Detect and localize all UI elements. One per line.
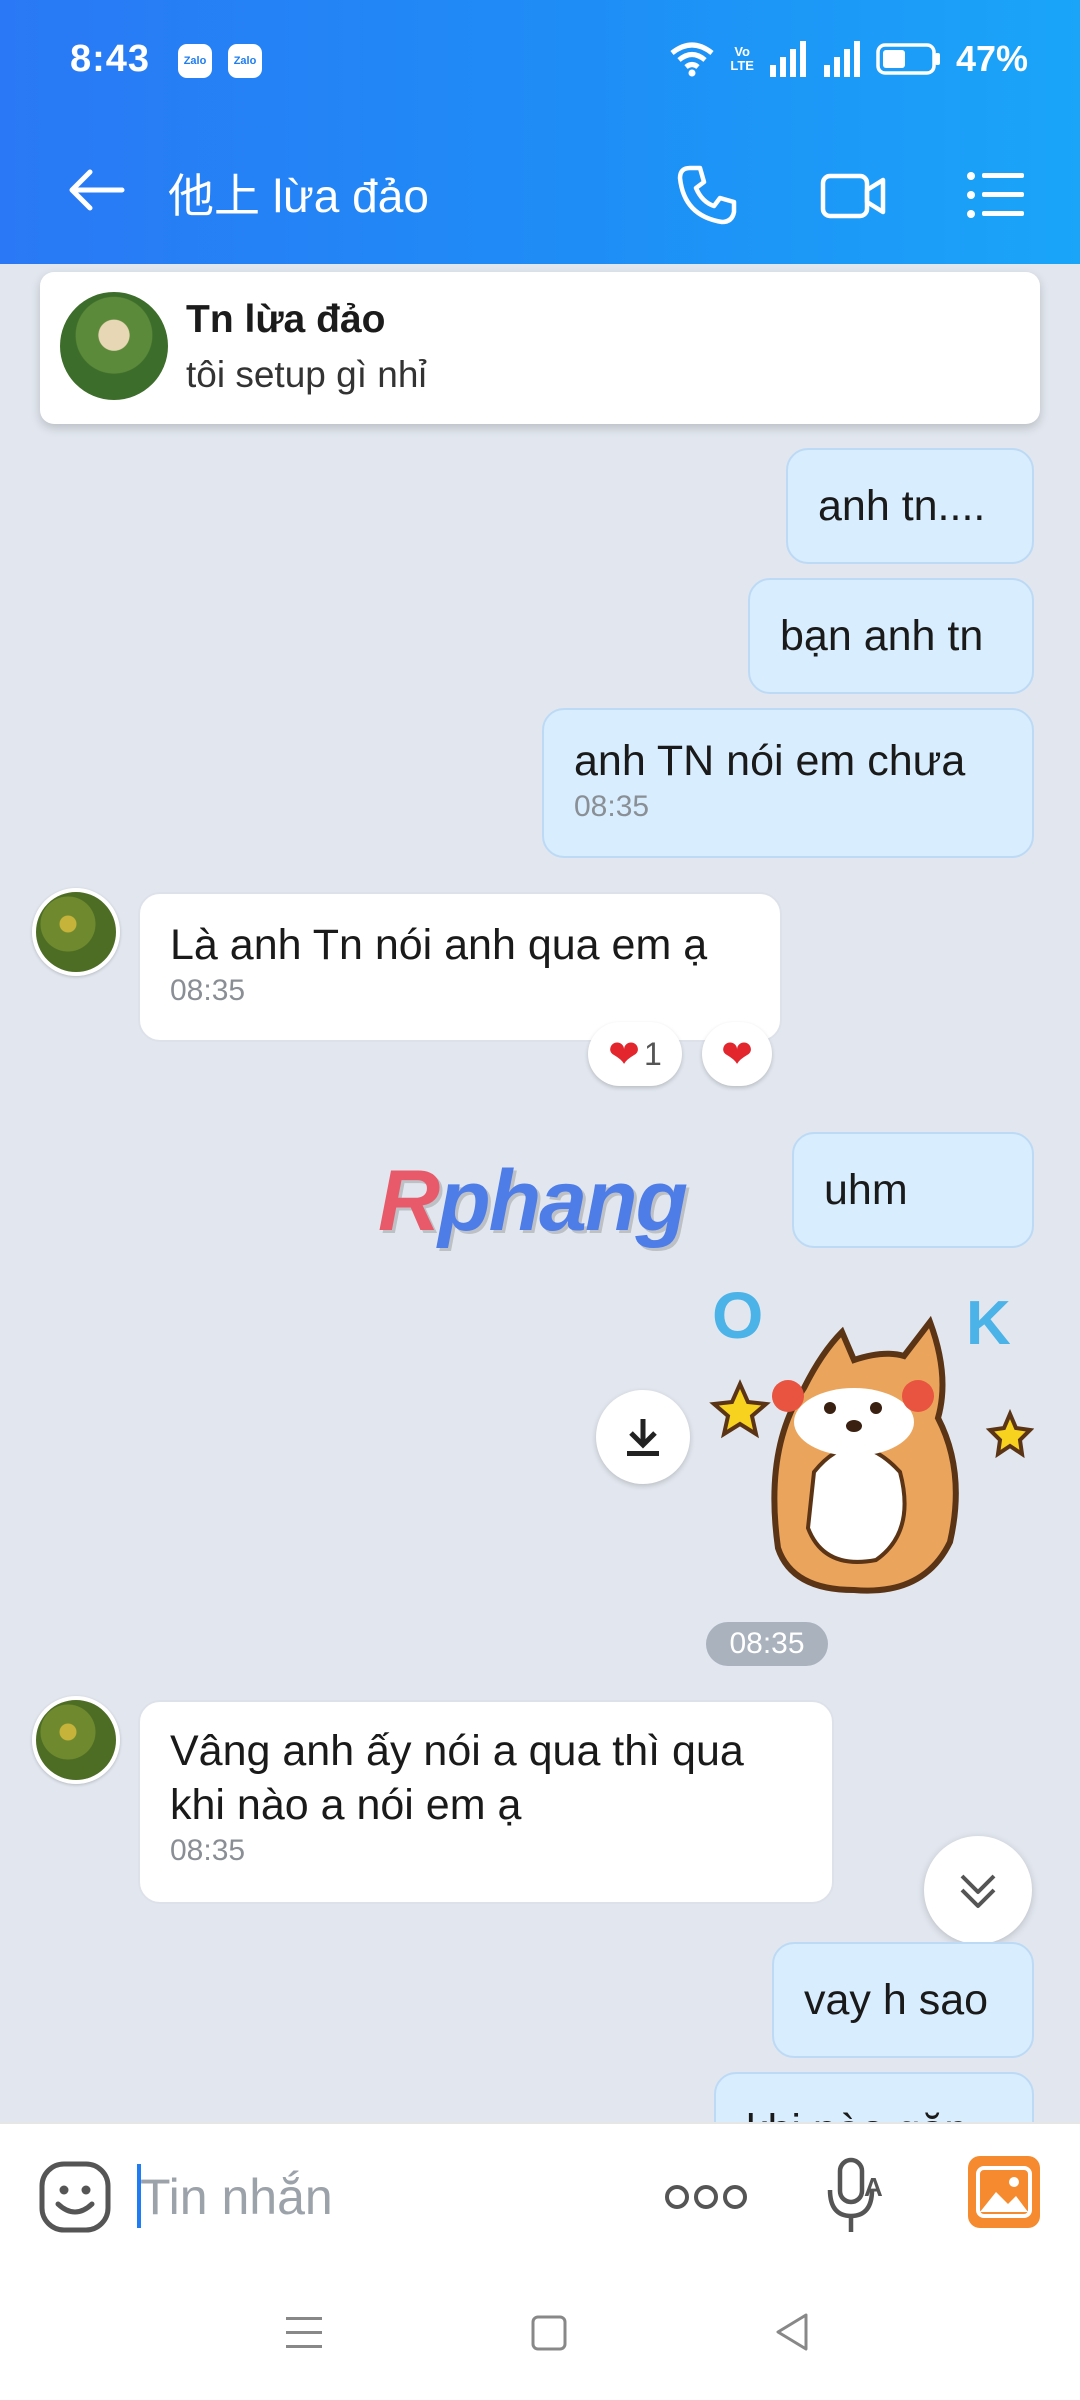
emoji-icon[interactable] [38, 2160, 112, 2234]
pinned-message-card[interactable]: Tn lừa đảo tôi setup gì nhỉ [40, 272, 1040, 424]
video-call-icon[interactable] [820, 170, 886, 222]
volte-indicator: Vo LTE [730, 44, 754, 73]
wifi-icon [670, 42, 714, 77]
message-text: anh TN nói em chưa [574, 737, 966, 785]
recents-icon[interactable] [284, 2314, 324, 2350]
top-app-bar: 8:43 Zalo Zalo Vo LTE 47% 他上 lừa đảo [0, 0, 1080, 264]
message-bubble-received[interactable]: Vâng anh ấy nói a qua thì qua khi nào a … [138, 1700, 834, 1904]
svg-text:A: A [864, 2172, 883, 2202]
reaction-count: 1 [644, 1035, 662, 1072]
zalo-notification-icon: Zalo [228, 44, 262, 78]
system-navigation-bar [0, 2270, 1080, 2400]
message-bubble-sent[interactable]: uhm [792, 1132, 1034, 1248]
menu-list-icon[interactable] [966, 170, 1026, 220]
message-timestamp: 08:35 [170, 1834, 246, 1867]
svg-text:K: K [966, 1289, 1011, 1358]
chat-title[interactable]: 他上 lừa đảo [168, 160, 429, 226]
message-bubble-sent[interactable]: anh tn.... [786, 448, 1034, 564]
signal-icon [823, 41, 860, 77]
message-text: vay h sao [804, 1976, 989, 2024]
message-text-line: Vâng anh ấy nói a qua thì qua [170, 1727, 744, 1775]
sticker-timestamp: 08:35 [706, 1622, 828, 1666]
download-icon [627, 1419, 659, 1456]
message-bubble-sent[interactable]: vay h sao [772, 1942, 1034, 2058]
zalo-notification-icon: Zalo [178, 44, 212, 78]
reaction-summary[interactable]: ❤ 1 [588, 1022, 682, 1086]
sender-avatar[interactable] [32, 1696, 120, 1784]
message-text: anh tn.... [818, 482, 986, 530]
status-time: 8:43 [70, 38, 151, 80]
heart-icon: ❤ [721, 1033, 753, 1076]
sticker-shiba-ok[interactable]: O K [704, 1272, 1034, 1612]
message-input-bar: Tin nhắn A [0, 2122, 1080, 2270]
status-icons: Vo LTE 47% [668, 38, 1028, 80]
watermark-logo: Rphang [378, 1153, 688, 1249]
message-bubble-sent[interactable]: bạn anh tn [748, 578, 1034, 694]
message-input[interactable]: Tin nhắn [140, 2168, 333, 2226]
heart-icon: ❤ [608, 1033, 641, 1076]
message-bubble-sent[interactable]: anh TN nói em chưa 08:35 [542, 708, 1034, 858]
battery-percent: 47% [955, 38, 1028, 79]
message-timestamp: 08:35 [170, 974, 246, 1007]
download-button[interactable] [596, 1390, 690, 1484]
back-arrow-icon[interactable] [66, 168, 126, 212]
battery-icon [876, 43, 940, 75]
image-gallery-icon[interactable] [966, 2154, 1042, 2230]
message-bubble-received[interactable]: Là anh Tn nói anh qua em ạ 08:35 [138, 892, 782, 1042]
sender-avatar[interactable] [32, 888, 120, 976]
back-nav-icon[interactable] [774, 2312, 810, 2352]
more-options-icon[interactable] [664, 2182, 748, 2212]
react-button[interactable]: ❤ [702, 1022, 772, 1086]
home-icon[interactable] [530, 2314, 568, 2352]
message-text-line: khi nào a nói em ạ [170, 1781, 522, 1829]
voice-to-text-icon[interactable]: A [826, 2156, 884, 2238]
scroll-to-bottom-button[interactable] [924, 1836, 1032, 1944]
signal-icon [769, 41, 806, 77]
message-text: bạn anh tn [780, 612, 984, 660]
pinned-message-text: tôi setup gì nhỉ [186, 354, 427, 395]
message-text: Là anh Tn nói anh qua em ạ [170, 921, 708, 969]
avatar [60, 292, 168, 400]
message-timestamp: 08:35 [574, 790, 650, 823]
svg-text:O: O [712, 1278, 763, 1352]
message-text: uhm [824, 1166, 908, 1214]
phone-icon[interactable] [676, 164, 738, 226]
pinned-sender-name: Tn lừa đảo [186, 298, 386, 341]
double-chevron-down-icon [960, 1874, 996, 1908]
